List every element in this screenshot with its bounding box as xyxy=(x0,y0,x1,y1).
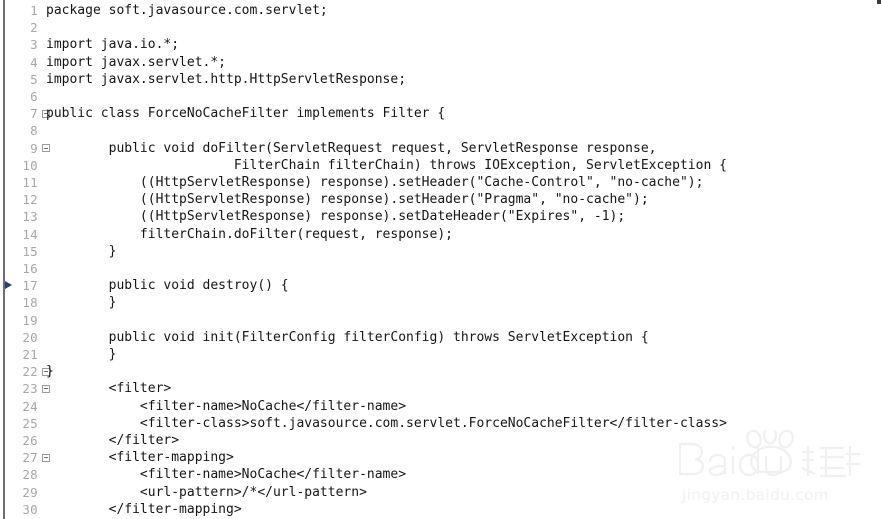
code-editor[interactable]: 1 package soft.javasource.com.servlet; 2 3 i… xyxy=(0,0,881,519)
code-line[interactable]: 12 ((HttpServletResponse) response).setH… xyxy=(0,191,881,208)
line-number: 15 xyxy=(22,243,38,259)
line-number: 5 xyxy=(30,71,38,87)
code-line[interactable]: 14 filterChain.doFilter(request, respons… xyxy=(0,226,881,243)
line-number: 23 xyxy=(22,381,38,397)
code-text: ((HttpServletResponse) response).setDate… xyxy=(46,209,626,225)
code-text: public void destroy() { xyxy=(46,278,289,294)
code-line[interactable]: 8 xyxy=(0,122,881,139)
code-line[interactable]: 1 package soft.javasource.com.servlet; xyxy=(0,2,881,19)
code-line[interactable]: 23 <filter> xyxy=(0,380,881,397)
line-number: 26 xyxy=(22,433,38,448)
code-text: public void doFilter(ServletRequest requ… xyxy=(46,140,657,156)
line-number: 17 xyxy=(22,278,38,294)
code-line[interactable]: 13 ((HttpServletResponse) response).setD… xyxy=(0,208,881,225)
line-number: 3 xyxy=(30,37,38,53)
code-text: ((HttpServletResponse) response).setHead… xyxy=(46,192,649,208)
line-number: 27 xyxy=(22,450,38,466)
line-number: 13 xyxy=(22,209,38,225)
code-text: } xyxy=(46,364,54,380)
line-number: 9 xyxy=(30,140,38,156)
code-line[interactable]: 20 public void init(FilterConfig filterC… xyxy=(0,329,881,346)
code-text: <filter-name>NoCache</filter-name> xyxy=(46,467,407,483)
code-line[interactable]: 26 </filter> xyxy=(0,432,881,449)
code-line[interactable]: 2 xyxy=(0,19,881,36)
line-number: 16 xyxy=(22,261,38,276)
code-text: package soft.javasource.com.servlet; xyxy=(46,3,328,18)
code-line[interactable]: 28 <filter-name>NoCache</filter-name> xyxy=(0,466,881,483)
code-line[interactable]: 6 xyxy=(0,88,881,105)
code-line[interactable]: 30 </filter-mapping> xyxy=(0,501,881,518)
line-number: 8 xyxy=(30,123,38,139)
line-number: 2 xyxy=(30,20,38,36)
code-text: <filter-name>NoCache</filter-name> xyxy=(46,398,407,414)
code-line[interactable]: 19 xyxy=(0,312,881,329)
code-text: import javax.servlet.*; xyxy=(46,54,227,70)
line-number: 6 xyxy=(30,89,38,104)
line-number: 28 xyxy=(22,467,38,483)
code-line[interactable]: 11 ((HttpServletResponse) response).setH… xyxy=(0,174,881,191)
line-number: 20 xyxy=(22,329,38,345)
code-text: </filter-mapping> xyxy=(46,501,242,517)
code-text: } xyxy=(46,243,117,259)
code-text: <url-pattern>/*</url-pattern> xyxy=(46,484,367,500)
code-text: <filter-mapping> xyxy=(46,450,234,466)
code-lines-container[interactable]: 1 package soft.javasource.com.servlet; 2 3 i… xyxy=(0,0,881,519)
code-text: filterChain.doFilter(request, response); xyxy=(46,226,453,242)
code-line[interactable]: 18 } xyxy=(0,294,881,311)
code-line[interactable]: 29 <url-pattern>/*</url-pattern> xyxy=(0,484,881,501)
line-number: 10 xyxy=(22,157,38,173)
code-line[interactable]: 9 public void doFilter(ServletRequest re… xyxy=(0,140,881,157)
code-text: public class ForceNoCacheFilter implemen… xyxy=(46,106,446,122)
code-text: ((HttpServletResponse) response).setHead… xyxy=(46,175,704,190)
code-line[interactable]: 7 public class ForceNoCacheFilter impleme… xyxy=(0,105,881,122)
code-line[interactable]: 3 import java.io.*; xyxy=(0,36,881,53)
line-number: 29 xyxy=(22,484,38,500)
line-number: 14 xyxy=(22,226,38,242)
code-text: } xyxy=(46,347,117,362)
code-line[interactable]: 15 } xyxy=(0,243,881,260)
line-number: 1 xyxy=(30,3,38,18)
code-line[interactable]: 22} xyxy=(0,363,881,380)
line-number: 22 xyxy=(22,364,38,380)
line-number: 7 xyxy=(30,106,38,122)
line-number: 12 xyxy=(22,192,38,208)
line-number: 4 xyxy=(30,54,38,70)
code-line[interactable]: 5 import javax.servlet.http.HttpServletRe… xyxy=(0,71,881,88)
code-text: public void init(FilterConfig filterConf… xyxy=(46,329,649,345)
code-line[interactable]: 10 FilterChain filterChain) throws IOExc… xyxy=(0,157,881,174)
code-line[interactable]: 16 xyxy=(0,260,881,277)
code-text: </filter> xyxy=(46,433,180,448)
code-text: import javax.servlet.http.HttpServletRes… xyxy=(46,71,407,87)
code-text: <filter> xyxy=(46,381,172,397)
code-line[interactable]: 27 <filter-mapping> xyxy=(0,449,881,466)
line-number: 24 xyxy=(22,398,38,414)
line-number: 21 xyxy=(22,347,38,362)
code-line[interactable]: 17 public void destroy() { xyxy=(0,277,881,294)
code-line[interactable]: 21 } xyxy=(0,346,881,363)
code-line[interactable]: 4 import javax.servlet.*; xyxy=(0,54,881,71)
line-number: 19 xyxy=(22,312,38,328)
code-text: FilterChain filterChain) throws IOExcept… xyxy=(46,157,727,173)
code-line[interactable]: 24 <filter-name>NoCache</filter-name> xyxy=(0,398,881,415)
line-number: 18 xyxy=(22,295,38,311)
line-number: 30 xyxy=(22,501,38,517)
code-text: <filter-class>soft.javasource.com.servle… xyxy=(46,415,727,431)
code-text: import java.io.*; xyxy=(46,37,180,53)
line-number: 25 xyxy=(22,415,38,431)
code-text: } xyxy=(46,295,117,311)
code-line[interactable]: 25 <filter-class>soft.javasource.com.ser… xyxy=(0,415,881,432)
line-number: 11 xyxy=(22,175,38,190)
